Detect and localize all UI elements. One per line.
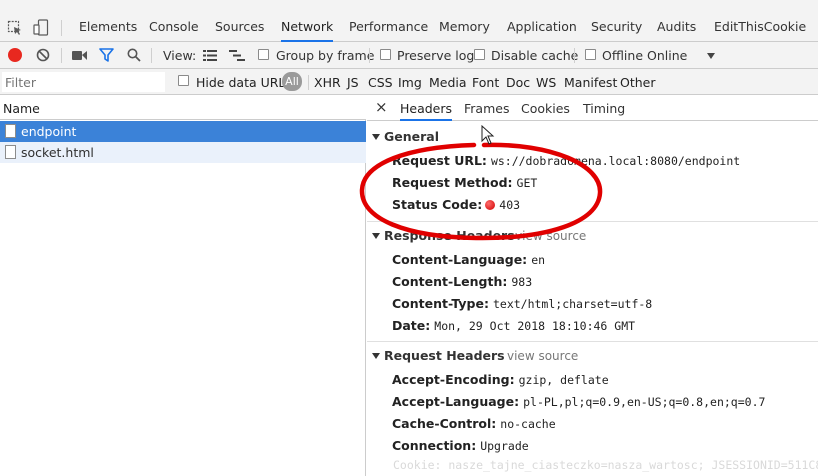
tab-frames[interactable]: Frames xyxy=(464,101,509,121)
expanded-triangle-icon xyxy=(372,352,380,359)
tab-headers[interactable]: Headers xyxy=(400,101,453,121)
filter-input[interactable] xyxy=(2,72,165,92)
request-header-row: Accept-Language: pl-PL,pl;q=0.9,en-US;q=0… xyxy=(392,394,766,409)
preserve-log-checkbox[interactable] xyxy=(380,49,391,60)
filter-type-all[interactable]: All xyxy=(282,72,302,91)
filter-type-img[interactable]: Img xyxy=(398,75,422,90)
request-headers-title: Request Headers xyxy=(384,348,505,363)
offline-checkbox[interactable] xyxy=(585,49,596,60)
chevron-down-icon[interactable] xyxy=(707,53,715,59)
tab-sources[interactable]: Sources xyxy=(215,19,264,42)
filter-type-manifest[interactable]: Manifest xyxy=(564,75,617,90)
offline-label: Offline xyxy=(602,48,644,63)
filter-bar: Hide data URLs All XHR JS CSS Img Media … xyxy=(0,69,818,95)
response-headers-section-toggle[interactable]: Response Headers xyxy=(372,228,515,243)
request-method-row: Request Method: GET xyxy=(392,175,538,190)
filter-type-other[interactable]: Other xyxy=(620,75,656,90)
status-error-icon xyxy=(485,200,496,210)
search-icon[interactable] xyxy=(127,48,141,65)
request-row-endpoint[interactable]: endpoint xyxy=(0,121,366,142)
status-code-row: Status Code: 403 xyxy=(392,197,521,212)
hide-data-urls-checkbox[interactable] xyxy=(178,75,189,86)
name-column-label: Name xyxy=(3,101,40,116)
devtools-tab-bar: Elements Console Sources Network Perform… xyxy=(0,0,818,42)
name-column-header[interactable]: Name xyxy=(0,95,366,120)
general-section-title: General xyxy=(384,129,439,144)
request-name: endpoint xyxy=(21,124,77,139)
tab-memory[interactable]: Memory xyxy=(439,19,490,42)
tab-audits[interactable]: Audits xyxy=(657,19,696,42)
response-header-row: Date: Mon, 29 Oct 2018 18:10:46 GMT xyxy=(392,318,636,333)
tab-application[interactable]: Application xyxy=(507,19,577,42)
tab-console[interactable]: Console xyxy=(149,19,199,42)
large-rows-icon[interactable] xyxy=(203,50,217,64)
tab-performance[interactable]: Performance xyxy=(349,19,428,42)
inspect-element-icon[interactable] xyxy=(7,20,23,36)
general-section-toggle[interactable]: General xyxy=(372,129,439,144)
details-tab-bar: × Headers Frames Cookies Timing xyxy=(367,95,818,121)
request-list: Name endpoint socket.html xyxy=(0,95,366,476)
request-view-source-link[interactable]: view source xyxy=(507,349,578,363)
request-method-value: GET xyxy=(516,176,538,190)
filter-type-ws[interactable]: WS xyxy=(536,75,556,90)
blurred-cookie-header: Cookie: nasze_tajne_ciasteczko=nasza_war… xyxy=(393,458,818,472)
request-header-row: Connection: Upgrade xyxy=(392,438,529,453)
filter-type-media[interactable]: Media xyxy=(429,75,467,90)
filter-type-doc[interactable]: Doc xyxy=(506,75,530,90)
response-view-source-link[interactable]: view source xyxy=(515,229,586,243)
expanded-triangle-icon xyxy=(372,133,380,140)
request-details-pane: × Headers Frames Cookies Timing General … xyxy=(367,95,818,476)
waterfall-overview-icon[interactable] xyxy=(229,50,245,64)
document-icon xyxy=(5,145,16,159)
throttling-select[interactable]: Online xyxy=(647,48,687,63)
hide-data-urls-label: Hide data URLs xyxy=(196,75,292,90)
network-toolbar: View: Group by frame Preserve log Disabl… xyxy=(0,42,818,69)
filter-type-css[interactable]: CSS xyxy=(368,75,393,90)
clear-icon[interactable] xyxy=(36,48,50,65)
preserve-log-label: Preserve log xyxy=(397,48,475,63)
view-label: View: xyxy=(163,48,197,63)
request-header-row: Cache-Control: no-cache xyxy=(392,416,556,431)
tab-cookies[interactable]: Cookies xyxy=(521,101,570,121)
tab-network[interactable]: Network xyxy=(281,19,334,42)
filter-type-xhr[interactable]: XHR xyxy=(314,75,341,90)
response-header-row: Content-Length: 983 xyxy=(392,274,533,289)
tab-timing[interactable]: Timing xyxy=(583,101,625,121)
response-header-row: Content-Language: en xyxy=(392,252,546,267)
tab-security[interactable]: Security xyxy=(591,19,642,42)
request-row-socket-html[interactable]: socket.html xyxy=(0,142,366,163)
group-by-frame-checkbox[interactable] xyxy=(258,49,269,60)
device-toolbar-icon[interactable] xyxy=(33,19,49,36)
filter-type-font[interactable]: Font xyxy=(472,75,499,90)
response-header-row: Content-Type: text/html;charset=utf-8 xyxy=(392,296,653,311)
request-headers-section-toggle[interactable]: Request Headers xyxy=(372,348,505,363)
filter-funnel-icon[interactable] xyxy=(99,48,114,65)
tab-editthiscookie[interactable]: EditThisCookie xyxy=(714,19,806,42)
request-name: socket.html xyxy=(21,145,94,160)
expanded-triangle-icon xyxy=(372,232,380,239)
status-code-value: 403 xyxy=(499,198,521,212)
tab-elements[interactable]: Elements xyxy=(79,19,137,42)
screenshot-camera-icon[interactable] xyxy=(72,50,87,64)
request-url-value: ws://dobradomena.local:8080/endpoint xyxy=(490,154,741,168)
group-by-frame-label: Group by frame xyxy=(276,48,375,63)
close-details-button[interactable]: × xyxy=(375,98,388,116)
record-button-icon[interactable] xyxy=(8,48,22,62)
request-url-row: Request URL: ws://dobradomena.local:8080/… xyxy=(392,153,741,168)
disable-cache-checkbox[interactable] xyxy=(474,49,485,60)
request-header-row: Accept-Encoding: gzip, deflate xyxy=(392,372,609,387)
filter-type-js[interactable]: JS xyxy=(347,75,359,90)
response-headers-title: Response Headers xyxy=(384,228,515,243)
disable-cache-label: Disable cache xyxy=(491,48,579,63)
document-icon xyxy=(5,124,16,138)
